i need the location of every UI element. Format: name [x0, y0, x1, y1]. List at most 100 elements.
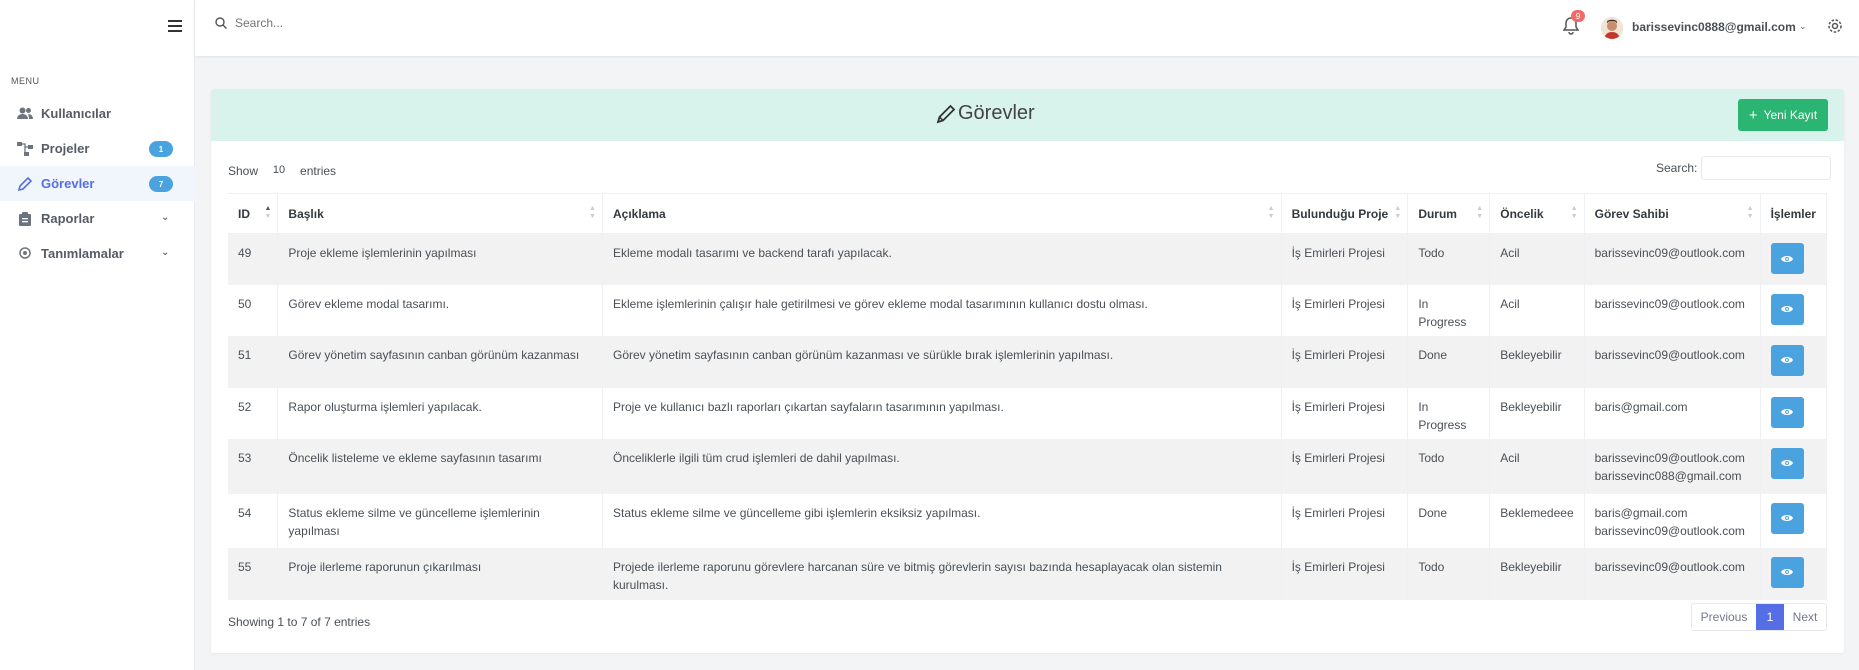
table-search-label: Search: [1656, 161, 1698, 175]
sidebar-item-kullanicilar[interactable]: Kullanıcılar [0, 96, 195, 131]
sort-icon: ▲ ▼ [1570, 205, 1578, 220]
cell-project: İş Emirleri Projesi [1281, 335, 1409, 388]
cell-priority: Bekleyebilir [1489, 387, 1585, 439]
cell-priority: Bekleyebilir [1489, 335, 1585, 388]
cell-id: 51 [228, 335, 279, 388]
sidebar-item-gorevler[interactable]: Görevler 7 [0, 166, 195, 201]
pagination-next[interactable]: Next [1784, 604, 1826, 630]
col-header-id[interactable]: ID ▲ ▼ [228, 193, 279, 234]
cell-description: Projede ilerleme raporunu görevlere harc… [602, 547, 1282, 600]
view-button[interactable] [1770, 243, 1804, 274]
sidebar-item-label: Tanımlamalar [41, 246, 124, 261]
search-input[interactable] [235, 16, 435, 30]
menu-title: MENU [11, 76, 40, 86]
topbar-search [215, 16, 435, 30]
table-row: 50 Görev ekleme modal tasarımı. Ekleme i… [228, 284, 1828, 336]
cell-title: Proje ekleme işlemlerinin yapılması [277, 233, 603, 285]
col-header-aciklama[interactable]: Açıklama ▲ ▼ [602, 193, 1282, 234]
cell-owner: baris@gmail.com [1584, 387, 1761, 439]
table-search: Search: [1656, 156, 1832, 180]
view-button[interactable] [1770, 502, 1804, 534]
cell-status: Todo [1407, 438, 1491, 494]
cell-priority: Acil [1489, 284, 1585, 336]
cell-id: 50 [228, 284, 279, 336]
cell-id: 52 [228, 387, 279, 439]
gear-icon[interactable] [1827, 18, 1843, 34]
topbar: 9 barissevinc0888@gmail.com ⌄ [195, 0, 1859, 56]
new-record-button[interactable]: + Yeni Kayıt [1738, 99, 1828, 131]
chevron-down-icon: ⌄ [161, 212, 170, 223]
view-button[interactable] [1770, 396, 1804, 428]
cell-project: İş Emirleri Projesi [1281, 233, 1409, 285]
col-header-oncelik[interactable]: Öncelik ▲ ▼ [1489, 193, 1585, 234]
cell-priority: Acil [1489, 233, 1585, 285]
clipboard-icon [17, 211, 33, 227]
pencil-icon [936, 104, 956, 123]
eye-icon [1781, 357, 1794, 363]
cell-status: In Progress [1407, 387, 1491, 439]
sidebar-item-projeler[interactable]: Projeler 1 [0, 131, 195, 166]
cell-actions [1760, 335, 1828, 388]
cell-status: Todo [1407, 233, 1491, 285]
col-header-gorev-sahibi[interactable]: Görev Sahibi ▲ ▼ [1584, 193, 1761, 234]
cell-description: Status ekleme silme ve güncelleme gibi i… [602, 493, 1282, 548]
menu-toggle-icon[interactable] [168, 20, 182, 33]
cell-owner: barissevinc09@outlook.com [1584, 284, 1761, 336]
cell-actions [1760, 387, 1828, 439]
sidebar-header [0, 0, 194, 56]
entries-label: entries [300, 164, 337, 178]
table-row: 51 Görev yönetim sayfasının canban görün… [228, 335, 1828, 388]
cell-id: 54 [228, 493, 279, 548]
eye-icon [1781, 255, 1794, 262]
search-icon [215, 17, 227, 29]
cell-title: Rapor oluşturma işlemleri yapılacak. [277, 387, 603, 439]
view-button[interactable] [1770, 344, 1804, 376]
avatar[interactable] [1601, 17, 1623, 39]
cell-owner: barissevinc09@outlook.com barissevinc088@… [1584, 438, 1761, 494]
page-title-text: Görevler [958, 102, 1035, 124]
cell-description: Ekleme modalı tasarımı ve backend tarafı… [602, 233, 1282, 285]
pagination-page-current[interactable]: 1 [1756, 604, 1784, 630]
sidebar-item-tanimlamalar[interactable]: Tanımlamalar ⌄ [0, 236, 195, 271]
cell-project: İş Emirleri Projesi [1281, 438, 1409, 494]
cell-description: Proje ve kullanıcı bazlı raporları çıkar… [602, 387, 1282, 439]
cell-description: Önceliklerle ilgili tüm crud işlemleri d… [602, 438, 1282, 494]
eye-icon [1781, 569, 1794, 575]
view-button[interactable] [1770, 293, 1804, 325]
show-label: Show [228, 164, 259, 178]
col-header-baslik[interactable]: Başlık ▲ ▼ [277, 193, 603, 234]
eye-icon [1781, 306, 1794, 312]
cell-title: Proje ilerleme raporunun çıkarılması [277, 547, 603, 600]
view-button[interactable] [1770, 556, 1804, 588]
cell-title: Öncelik listeleme ve ekleme sayfasının t… [277, 438, 603, 494]
col-header-proje[interactable]: Bulunduğu Proje ▲ ▼ [1281, 193, 1409, 234]
sidebar-item-raporlar[interactable]: Raporlar ⌄ [0, 201, 195, 236]
chevron-down-icon[interactable]: ⌄ [1799, 21, 1807, 32]
sort-icon: ▲ ▼ [1476, 205, 1484, 220]
cell-priority: Beklemedeee [1489, 493, 1585, 548]
location-icon [17, 246, 33, 262]
col-header-durum[interactable]: Durum ▲ ▼ [1407, 193, 1491, 234]
entries-select[interactable]: 10 [266, 161, 293, 181]
view-button[interactable] [1770, 447, 1804, 479]
eye-icon [1781, 409, 1794, 415]
cell-priority: Bekleyebilir [1489, 547, 1585, 600]
cell-status: Done [1407, 493, 1491, 548]
cell-actions [1760, 233, 1828, 285]
cell-owner: baris@gmail.com barissevinc09@outlook.com [1584, 493, 1761, 548]
sort-icon: ▲ ▼ [589, 205, 596, 220]
cell-owner: barissevinc09@outlook.com [1584, 233, 1761, 285]
sort-icon: ▲ ▼ [1267, 205, 1275, 220]
cell-project: İş Emirleri Projesi [1281, 547, 1409, 600]
table-search-input[interactable] [1701, 156, 1832, 180]
cell-id: 53 [228, 438, 279, 494]
pagination: Previous 1 Next [1691, 603, 1827, 631]
table-header-row: ID ▲ ▼ Başlık ▲ ▼ Açıklama ▲ ▼ Bulunduğu Proje… [228, 193, 1828, 234]
sort-icon: ▲ ▼ [1394, 205, 1402, 220]
pagination-previous[interactable]: Previous [1692, 604, 1756, 630]
user-email[interactable]: barissevinc0888@gmail.com [1632, 20, 1796, 34]
cell-title: Status ekleme silme ve güncelleme işleml… [277, 493, 603, 548]
cell-owner: barissevinc09@outlook.com [1584, 547, 1761, 600]
table-row: 49 Proje ekleme işlemlerinin yapılması E… [228, 233, 1828, 285]
cell-title: Görev yönetim sayfasının canban görünüm … [277, 335, 603, 388]
